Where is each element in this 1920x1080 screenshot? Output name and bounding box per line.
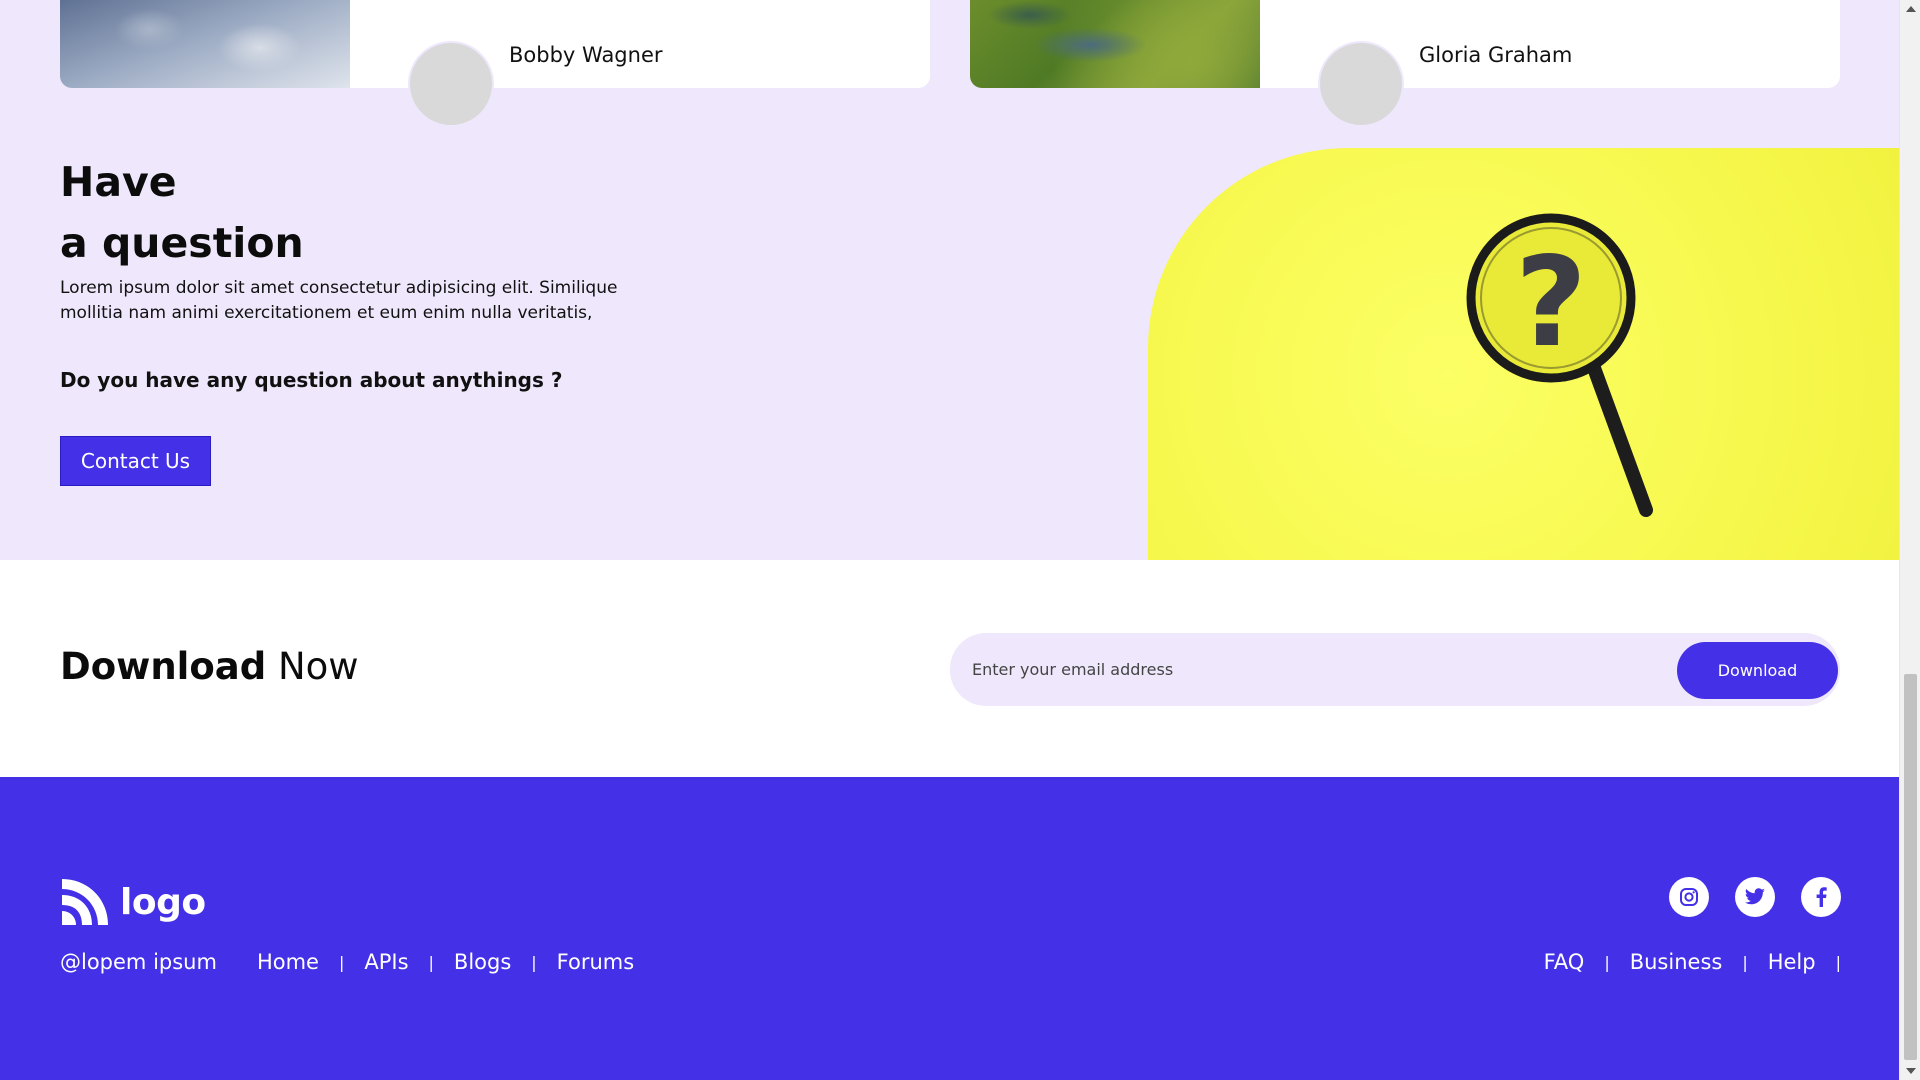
logo-text: logo xyxy=(120,881,206,923)
question-heading-line2: a question xyxy=(60,219,304,267)
question-description: Lorem ipsum dolor sit amet consectetur a… xyxy=(60,278,618,323)
avatar xyxy=(1318,41,1404,127)
footer-link-blogs[interactable]: Blogs xyxy=(454,950,511,974)
footer-link-home[interactable]: Home xyxy=(257,950,319,974)
facebook-icon[interactable] xyxy=(1801,877,1841,917)
footer-nav-right: FAQ | Business | Help | xyxy=(1544,950,1841,974)
twitter-icon[interactable] xyxy=(1735,877,1775,917)
email-subscribe-form: Download xyxy=(950,633,1840,706)
footer-link-help[interactable]: Help xyxy=(1768,950,1816,974)
card-image xyxy=(970,0,1260,88)
avatar xyxy=(408,41,494,127)
footer-separator: | xyxy=(338,952,345,972)
logo-icon xyxy=(62,879,108,925)
footer-link-business[interactable]: Business xyxy=(1630,950,1723,974)
question-section: Bobby Wagner Gloria Graham Have a questi… xyxy=(0,0,1899,560)
footer-nav-left: @lopem ipsum Home | APIs | Blogs | Forum… xyxy=(60,950,634,974)
social-links xyxy=(1669,877,1841,917)
card-name: Bobby Wagner xyxy=(509,43,663,67)
download-heading-light: Now xyxy=(277,645,359,688)
profile-card[interactable]: Bobby Wagner xyxy=(60,0,930,127)
scroll-up-arrow-icon[interactable] xyxy=(1906,6,1916,12)
footer-separator: | xyxy=(1835,952,1841,972)
footer-separator: | xyxy=(1604,952,1610,972)
magnifier-question-image: ? xyxy=(1148,148,1899,560)
download-heading-bold: Download xyxy=(60,645,267,688)
download-heading: Download Now xyxy=(60,645,359,688)
download-button[interactable]: Download xyxy=(1677,642,1838,699)
question-heading: Have a question xyxy=(60,152,304,274)
svg-text:?: ? xyxy=(1515,231,1587,375)
footer: logo @lopem ipsum Home | APIs | Blogs | xyxy=(0,777,1899,1080)
footer-link-apis[interactable]: APIs xyxy=(364,950,408,974)
card-name: Gloria Graham xyxy=(1419,43,1573,67)
footer-separator: | xyxy=(428,952,434,972)
scroll-thumb[interactable] xyxy=(1904,674,1917,1060)
email-input[interactable] xyxy=(972,651,1612,687)
card-image xyxy=(60,0,350,88)
footer-separator: | xyxy=(531,952,537,972)
instagram-icon[interactable] xyxy=(1669,877,1709,917)
page-scrollbar[interactable] xyxy=(1899,0,1920,1080)
footer-handle: @lopem ipsum xyxy=(60,950,217,974)
footer-logo[interactable]: logo xyxy=(60,877,206,927)
footer-link-faq[interactable]: FAQ xyxy=(1544,950,1585,974)
scroll-down-arrow-icon[interactable] xyxy=(1906,1068,1916,1074)
question-prompt: Do you have any question about anythings… xyxy=(60,368,563,392)
question-heading-line1: Have xyxy=(60,158,177,206)
magnifier-question-icon: ? xyxy=(1466,213,1653,517)
footer-separator: | xyxy=(1742,952,1748,972)
profile-card[interactable]: Gloria Graham xyxy=(970,0,1840,127)
contact-us-button[interactable]: Contact Us xyxy=(60,436,211,486)
footer-link-forums[interactable]: Forums xyxy=(557,950,635,974)
